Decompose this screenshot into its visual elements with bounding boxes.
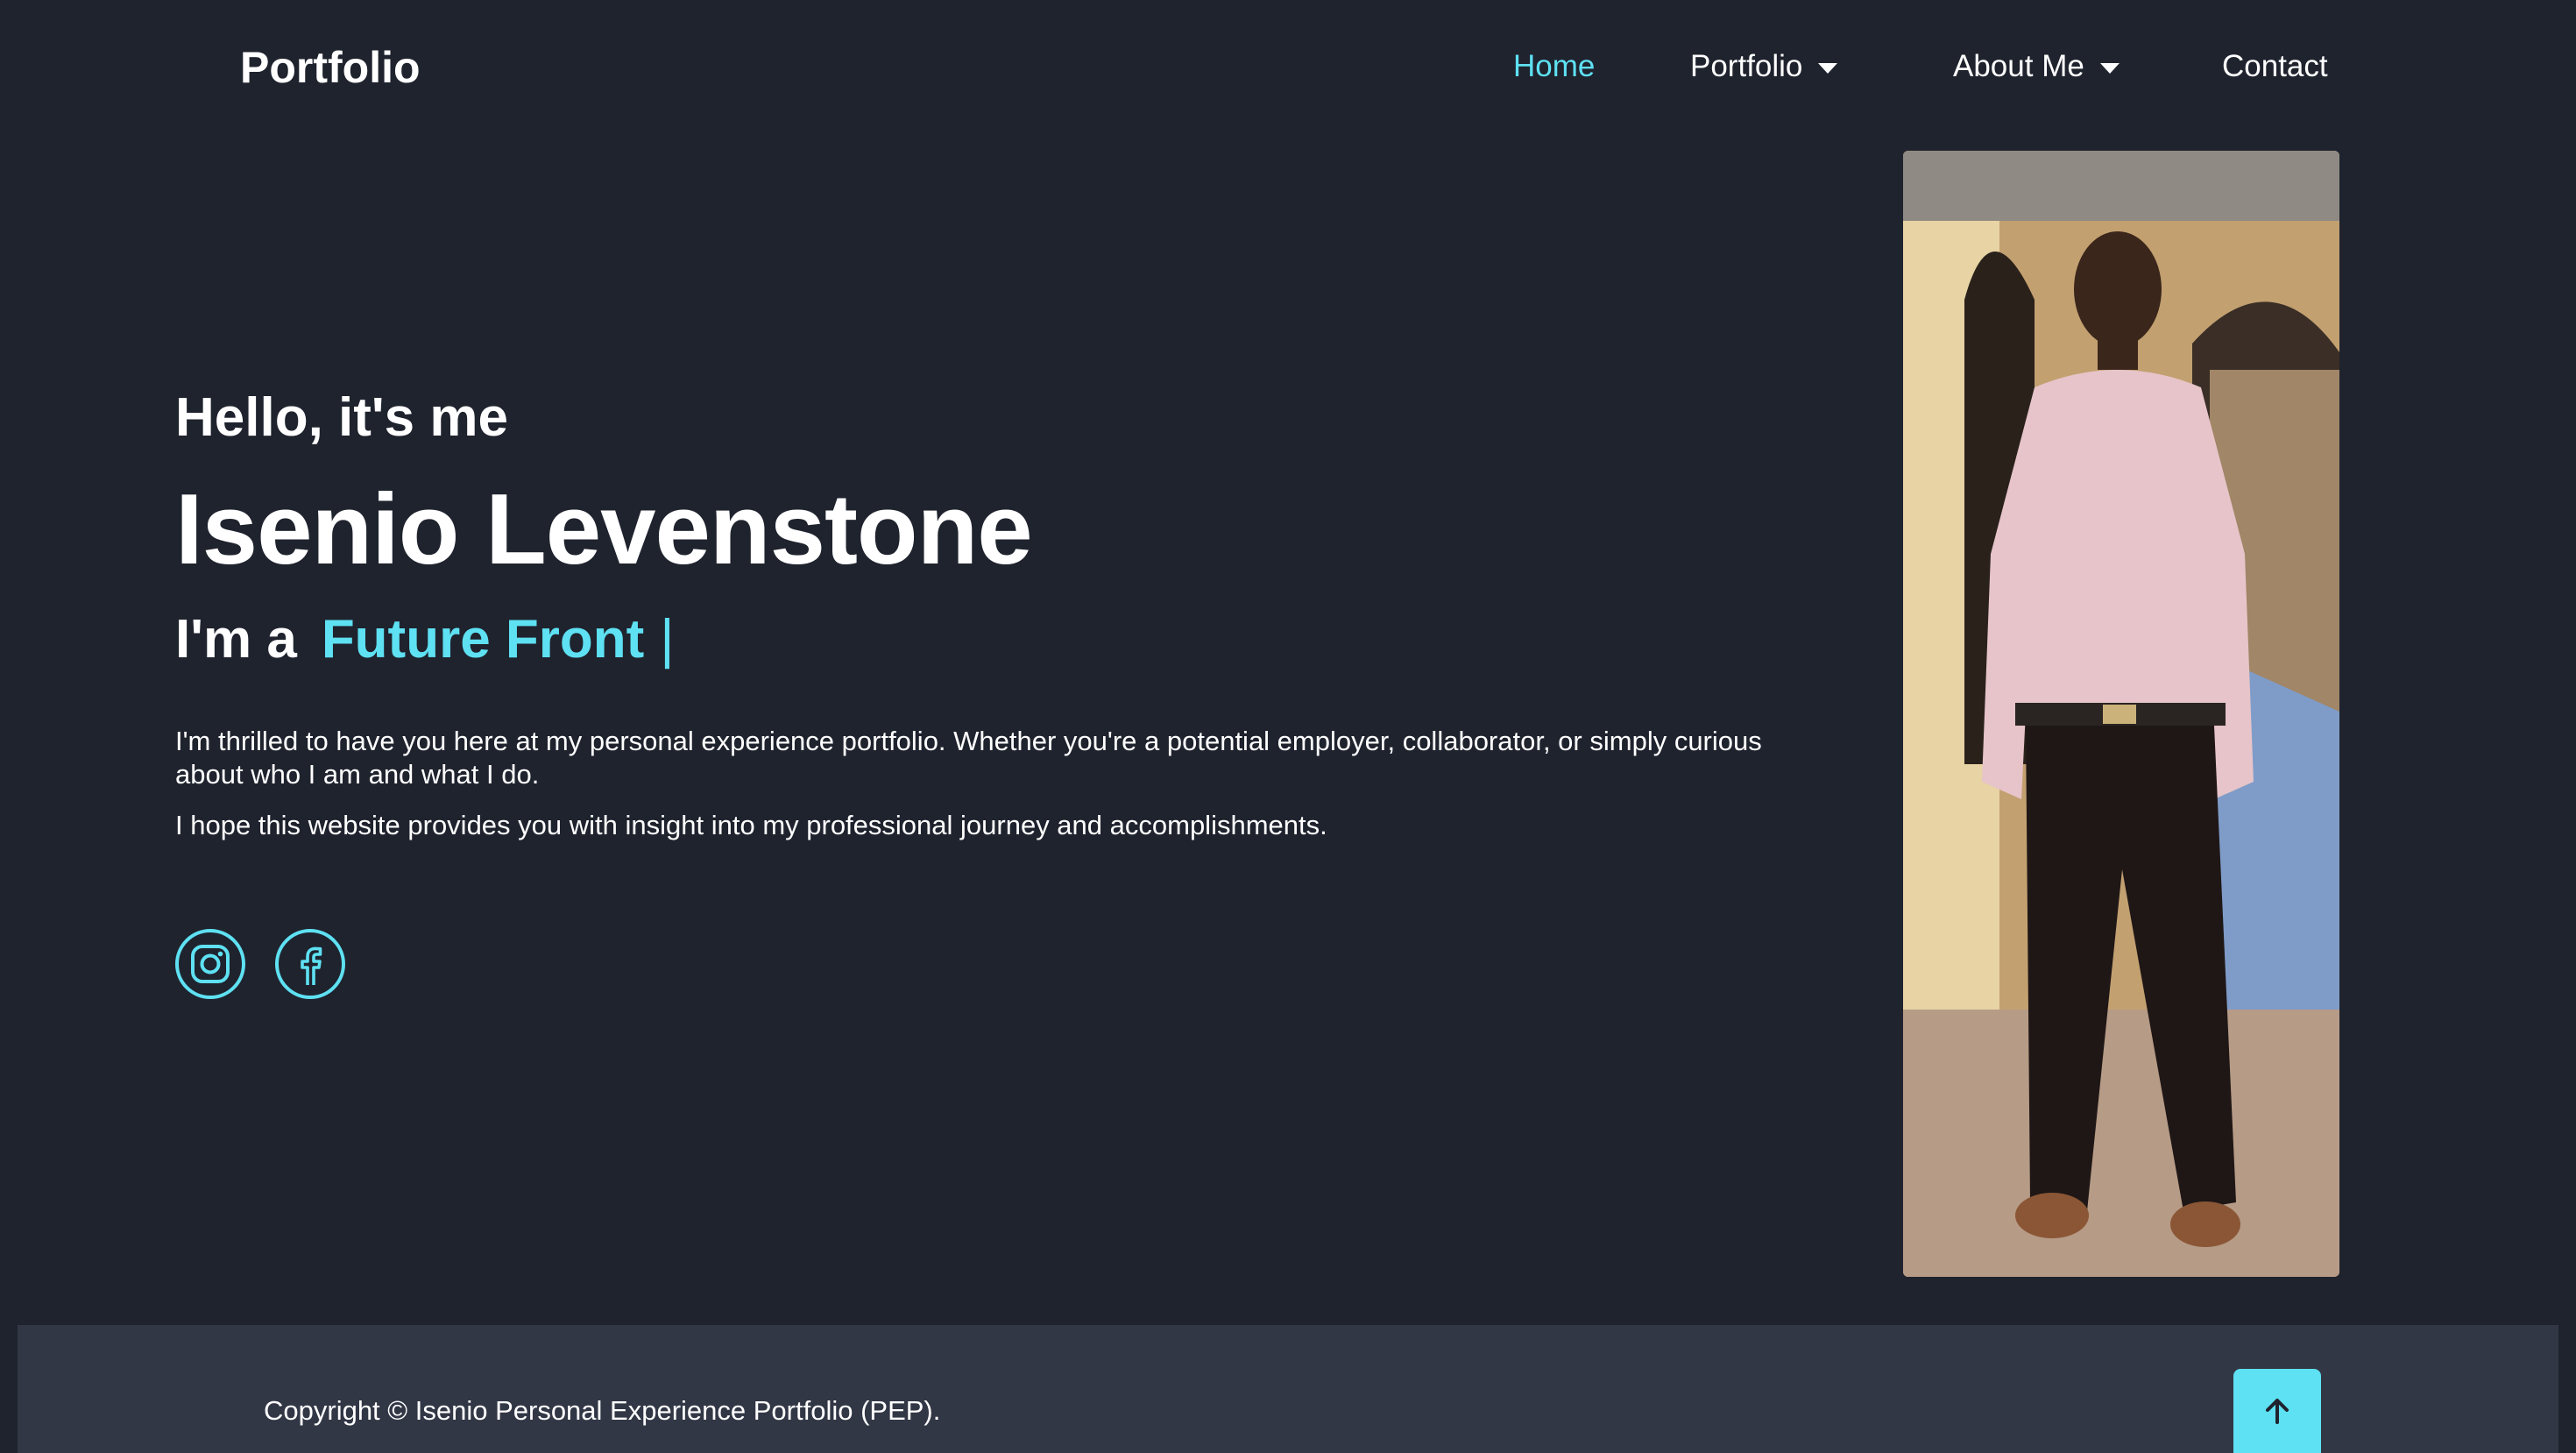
nav-item-contact[interactable]: Contact	[2222, 49, 2328, 84]
nav-item-portfolio[interactable]: Portfolio	[1690, 49, 1838, 84]
nav-item-about-me[interactable]: About Me	[1953, 49, 2120, 84]
intro-text: I'm thrilled to have you here at my pers…	[175, 725, 1822, 842]
role-typed-text: Future Front	[321, 608, 645, 670]
intro-paragraph-2: I hope this website provides you with in…	[175, 809, 1327, 840]
copyright-text: Copyright © Isenio Personal Experience P…	[264, 1395, 941, 1426]
hero-role: I'm a Future Front |	[175, 608, 1840, 670]
instagram-icon	[191, 945, 230, 983]
caret-down-icon	[2099, 63, 2120, 74]
navbar: Portfolio Home Portfolio About Me Contac…	[0, 0, 2576, 140]
profile-photo	[1903, 151, 2339, 1277]
nav-item-home[interactable]: Home	[1513, 49, 1595, 84]
instagram-link[interactable]	[175, 929, 245, 999]
facebook-icon	[301, 946, 322, 985]
facebook-link[interactable]	[275, 929, 345, 999]
nav-item-label: Portfolio	[1690, 49, 1803, 83]
arrow-up-icon	[2266, 1399, 2289, 1424]
footer: Copyright © Isenio Personal Experience P…	[18, 1325, 2558, 1453]
nav-menu: Home Portfolio About Me Contact	[0, 49, 2576, 93]
intro-paragraph-1: I'm thrilled to have you here at my pers…	[175, 725, 1762, 790]
hero-greeting: Hello, it's me	[175, 387, 508, 448]
nav-item-label: Contact	[2222, 49, 2328, 83]
social-links	[175, 929, 345, 999]
profile-photo-illustration	[1903, 151, 2339, 1277]
caret-down-icon	[1818, 63, 1838, 74]
nav-item-label: Home	[1513, 49, 1596, 83]
role-prefix: I'm a	[175, 608, 297, 670]
back-to-top-button[interactable]	[2233, 1369, 2321, 1453]
nav-item-label: About Me	[1953, 49, 2084, 83]
typing-cursor: |	[660, 608, 675, 670]
hero-name: Isenio Levenstone	[175, 474, 1033, 586]
hero-section: Hello, it's me Isenio Levenstone I'm a F…	[175, 386, 1840, 842]
